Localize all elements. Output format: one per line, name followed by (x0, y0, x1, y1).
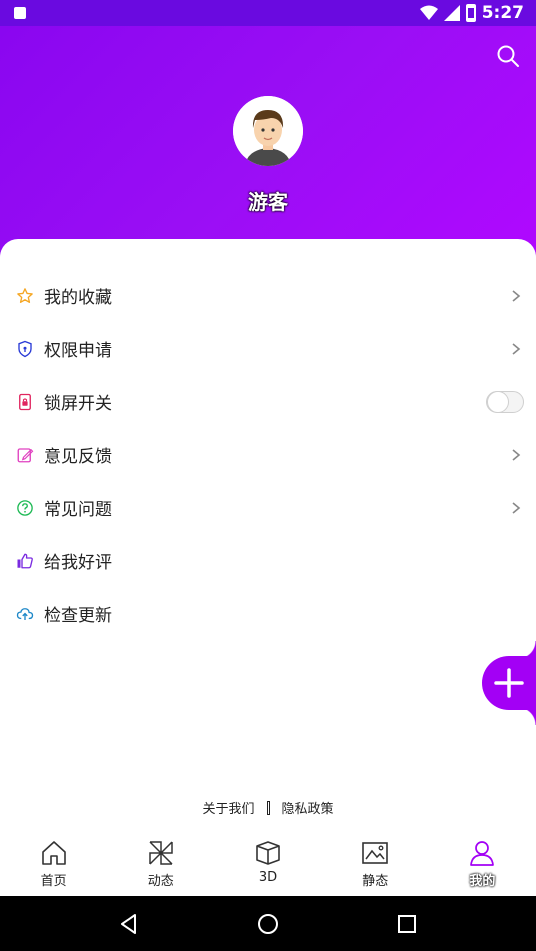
signal-icon (443, 5, 460, 21)
question-icon (16, 499, 34, 517)
back-icon[interactable] (117, 912, 141, 936)
fab-container (480, 641, 536, 727)
menu-item-favorites[interactable]: 我的收藏 (0, 269, 536, 322)
tab-label: 3D (258, 870, 278, 885)
thumbs-up-icon (16, 552, 34, 570)
profile-header: 游客 (0, 26, 536, 258)
tab-dynamic[interactable]: 动态 (107, 833, 214, 896)
tab-3d[interactable]: 3D (214, 833, 321, 896)
tab-mine[interactable]: 我的 (429, 833, 536, 896)
cloud-upload-icon (16, 605, 34, 623)
pinwheel-icon (149, 841, 173, 865)
privacy-policy-link[interactable]: 隐私政策 (282, 798, 334, 817)
user-avatar-icon (233, 96, 303, 166)
tab-static[interactable]: 静态 (322, 833, 429, 896)
menu-item-label: 给我好评 (44, 553, 112, 573)
search-icon[interactable] (496, 44, 520, 68)
footer-links: 关于我们 隐私政策 (0, 798, 536, 817)
about-us-link[interactable]: 关于我们 (202, 798, 254, 817)
tab-home[interactable]: 首页 (0, 833, 107, 896)
bottom-tab-bar: 首页 动态 3D 静态 我的 (0, 833, 536, 896)
add-button[interactable] (482, 656, 536, 710)
battery-icon (465, 4, 476, 22)
edit-feedback-icon (16, 446, 34, 464)
lock-screen-icon (16, 393, 34, 411)
notification-icon (14, 7, 26, 19)
chevron-right-icon (512, 448, 521, 461)
avatar[interactable] (233, 96, 303, 166)
tab-label: 动态 (147, 874, 174, 889)
chevron-right-icon (512, 501, 521, 514)
fab-curve (518, 707, 536, 725)
menu-item-faq[interactable]: 常见问题 (0, 481, 536, 534)
menu-item-check-update[interactable]: 检查更新 (0, 587, 536, 640)
tab-label: 静态 (362, 874, 389, 889)
plus-icon (494, 668, 524, 698)
home-icon (41, 841, 66, 865)
cube-icon (256, 841, 280, 865)
status-bar: 5:27 (0, 0, 536, 26)
wifi-icon (419, 5, 438, 20)
footer-divider (266, 800, 270, 815)
menu-item-label: 锁屏开关 (44, 394, 112, 414)
chevron-right-icon (512, 289, 521, 302)
menu-item-permissions[interactable]: 权限申请 (0, 322, 536, 375)
tab-label: 首页 (40, 874, 67, 889)
menu-item-lock-screen: 锁屏开关 (0, 375, 536, 428)
image-icon (362, 842, 389, 864)
system-navigation-bar (0, 896, 536, 951)
home-circle-icon[interactable] (256, 912, 280, 936)
username: 游客 (248, 190, 288, 214)
menu-card: 我的收藏 权限申请 锁屏开关 意见反馈 常见问题 给我好评 检查更新 (0, 239, 536, 829)
star-icon (16, 287, 34, 305)
lock-screen-toggle[interactable] (486, 390, 524, 413)
menu-item-label: 我的收藏 (44, 288, 112, 308)
chevron-right-icon (512, 342, 521, 355)
menu-item-label: 意见反馈 (44, 447, 112, 467)
status-time: 5:27 (481, 3, 524, 23)
user-icon (470, 841, 495, 866)
tab-label: 我的 (469, 874, 496, 889)
toggle-knob (487, 390, 509, 413)
menu-item-feedback[interactable]: 意见反馈 (0, 428, 536, 481)
shield-icon (16, 340, 34, 358)
recents-icon[interactable] (395, 912, 419, 936)
menu-item-label: 检查更新 (44, 606, 112, 626)
menu-item-label: 权限申请 (44, 341, 112, 361)
menu-item-label: 常见问题 (44, 500, 112, 520)
settings-menu: 我的收藏 权限申请 锁屏开关 意见反馈 常见问题 给我好评 检查更新 (0, 269, 536, 640)
menu-item-rate[interactable]: 给我好评 (0, 534, 536, 587)
